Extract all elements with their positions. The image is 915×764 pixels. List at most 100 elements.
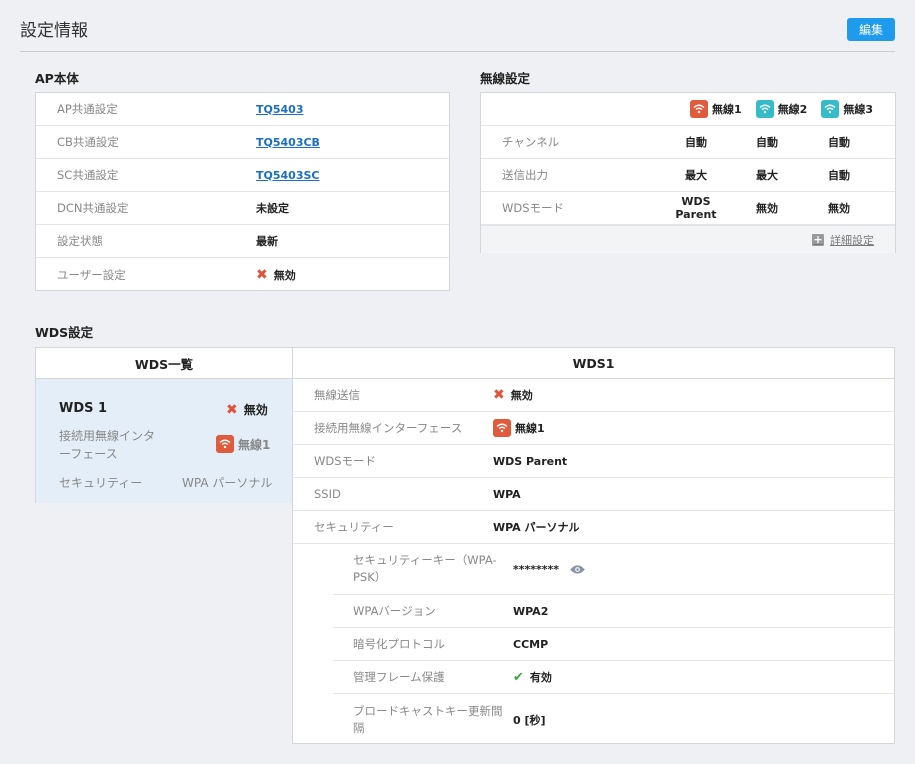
radio-value: 自動 [828,169,850,182]
detail-label: WPAバージョン [353,603,436,618]
pmf-value: 有効 [529,671,552,684]
radio-value: 最大 [756,169,778,182]
wds-item-iface-text: 無線1 [238,437,271,452]
wds-detail-title: WDS1 [293,348,894,379]
wifi-icon [821,100,840,118]
sc-common-link[interactable]: TQ5403SC [256,169,319,182]
radio-value: 最大 [685,169,707,182]
wifi-icon [755,100,774,118]
radio-value: 無効 [828,202,850,215]
ap-row: DCN共通設定 未設定 [36,192,449,225]
radio-value: 自動 [828,136,850,149]
ap-row-label: CB共通設定 [57,135,119,149]
radio-row-label: 送信出力 [502,168,548,182]
detail-settings-label: 詳細設定 [830,233,874,247]
wds-list-title: WDS一覧 [36,348,292,379]
detail-value: CCMP [513,637,549,651]
wifi-icon [690,100,709,118]
detail-value: WPA2 [513,604,549,618]
radio-value: WDS Parent [675,195,717,221]
plus-icon: + [812,232,824,246]
x-icon: ✖ [256,266,268,283]
detail-row: WDSモード WDS Parent [293,445,894,478]
ap-row-label: 設定状態 [57,234,103,248]
radio-header-label: 無線1 [712,103,742,116]
radio-row: WDSモード WDS Parent 無効 無効 [481,192,895,225]
ap-row-label: DCN共通設定 [57,201,129,215]
radio-value: 自動 [685,136,707,149]
radio-row: 送信出力 最大 最大 自動 [481,159,895,192]
detail-row: セキュリティーキー（WPA-PSK） ******** [333,544,894,595]
ap-row: CB共通設定 TQ5403CB [36,126,449,159]
wds-section-title: WDS設定 [35,325,94,340]
wifi-icon [216,435,234,453]
ap-row: ユーザー設定 ✖ 無効 [36,258,449,291]
ap-row: 設定状態 最新 [36,225,449,258]
radio-header-label: 無線2 [777,103,808,116]
detail-row: 無線送信 ✖ 無効 [293,379,894,412]
detail-label: セキュリティー [314,520,394,534]
detail-value: WPA [493,487,521,501]
detail-label: 無線送信 [314,388,360,402]
detail-value: 無線1 [493,419,545,437]
iface-value: 無線1 [515,422,545,435]
radio-row-label: WDSモード [502,201,565,215]
x-icon: ✖ [226,401,238,418]
ap-row-value: 未設定 [256,202,289,215]
detail-label: 管理フレーム保護 [353,669,445,684]
radio-footer: + 詳細設定 [481,225,895,253]
detail-row: 接続用無線インターフェース 無線1 [293,412,894,445]
detail-value: ✔ 有効 [513,669,552,685]
detail-value: WPA パーソナル [493,521,580,534]
ap-row-label: SC共通設定 [57,168,119,182]
cb-common-link[interactable]: TQ5403CB [256,136,320,149]
user-setting-value: 無効 [273,268,296,282]
wds-item-security-label: セキュリティー [59,476,143,490]
radio-header: 無線2 [755,100,808,118]
ap-row-label: AP共通設定 [57,102,118,116]
detail-label: 接続用無線インターフェース [314,421,463,435]
detail-value: 0 [秒] [513,713,546,727]
detail-row: SSID WPA [293,478,894,511]
ap-row-value: ✖ 無効 [256,267,296,283]
x-icon: ✖ [493,387,505,403]
wifi-icon [493,419,511,437]
ap-row: SC共通設定 TQ5403SC [36,159,449,192]
radio-panel: 無線1 無線2 無線3 チャンネル 自動 自動 自動 送信出力 最大 最大 自動… [480,92,896,253]
ap-row: AP共通設定 TQ5403 [36,93,449,126]
wds-list-item[interactable]: WDS 1 ✖ 無効 接続用無線インターフェース 無線1 セキュリティー WPA… [36,379,292,503]
detail-row: 管理フレーム保護 ✔ 有効 [333,661,894,694]
radio-row: チャンネル 自動 自動 自動 [481,126,895,159]
detail-value: ✖ 無効 [493,387,533,403]
detail-value: ******** [513,563,586,576]
header-divider [20,51,895,52]
radio-row-label: チャンネル [502,135,560,149]
key-value: ******** [513,562,560,576]
wds-item-security-value: WPA パーソナル [182,476,273,490]
radio-header-row: 無線1 無線2 無線3 [481,93,895,126]
ap-common-link[interactable]: TQ5403 [256,103,303,116]
detail-row: セキュリティー WPA パーソナル [293,511,894,544]
eye-icon[interactable] [569,564,586,575]
edit-button[interactable]: 編集 [847,18,895,41]
detail-settings-link[interactable]: + 詳細設定 [812,232,874,248]
wds-item-status: ✖ 無効 [226,401,268,418]
detail-label: WDSモード [314,454,377,468]
ap-section-title: AP本体 [35,71,79,86]
radio-value: 自動 [756,136,778,149]
wds-item-name: WDS 1 [59,401,108,416]
ap-row-value: 最新 [256,235,278,248]
radio-header: 無線1 [690,100,742,118]
tx-value: 無効 [510,389,533,402]
check-icon: ✔ [513,669,524,685]
wds-item-iface-label: 接続用無線インターフェース [59,429,156,461]
wds-item-iface-value: 無線1 [216,435,270,453]
wds-list-panel: WDS一覧 WDS 1 ✖ 無効 接続用無線インターフェース 無線1 セキュリテ… [35,347,293,503]
radio-value: 無効 [756,202,778,215]
ap-panel: AP共通設定 TQ5403 CB共通設定 TQ5403CB SC共通設定 TQ5… [35,92,450,291]
wds-item-status-label: 無効 [243,403,268,417]
detail-label: SSID [314,487,341,501]
detail-label: 暗号化プロトコル [353,636,445,651]
radio-header-label: 無線3 [843,103,873,116]
radio-header: 無線3 [821,100,873,118]
